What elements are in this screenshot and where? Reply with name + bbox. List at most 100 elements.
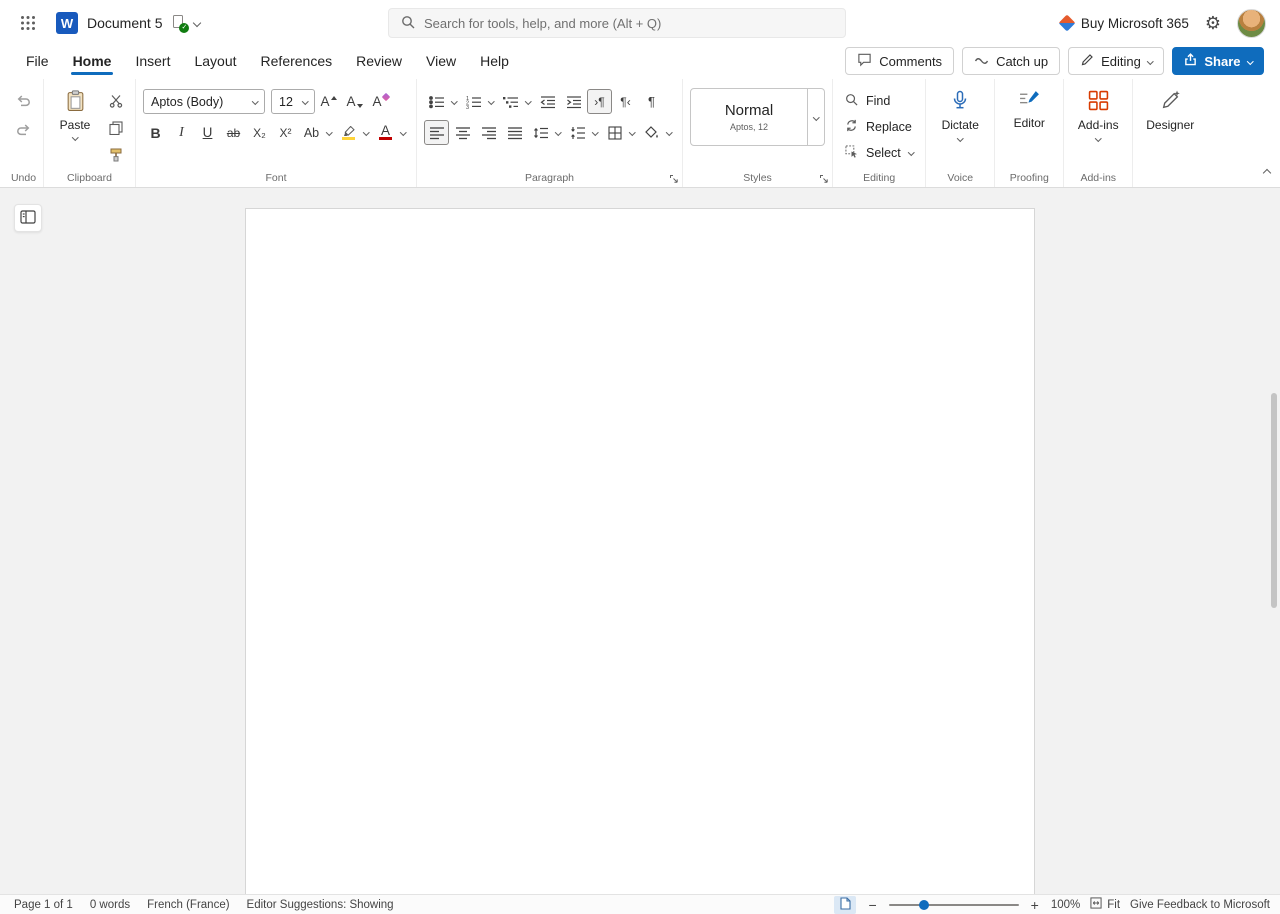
change-case-menu-button[interactable] (324, 120, 335, 145)
grow-font-button[interactable]: A (316, 89, 341, 114)
numbering-menu-button[interactable] (486, 89, 497, 114)
borders-menu-button[interactable] (627, 120, 638, 145)
align-left-button[interactable] (424, 120, 449, 145)
clipboard-group-label: Clipboard (67, 172, 112, 184)
tab-layout[interactable]: Layout (182, 47, 248, 79)
search-box[interactable] (388, 8, 846, 38)
subscript-button[interactable]: X₂ (247, 120, 272, 145)
search-input[interactable] (424, 15, 833, 31)
copy-button[interactable] (103, 115, 128, 140)
save-status-icon[interactable] (171, 14, 190, 33)
style-gallery-normal[interactable]: Normal Aptos, 12 (690, 88, 808, 146)
find-button[interactable]: Find (840, 88, 918, 113)
ribbon-group-voice: Dictate Voice (925, 79, 994, 187)
zoom-level[interactable]: 100% (1051, 899, 1080, 911)
line-spacing-menu-button[interactable] (553, 120, 564, 145)
document-title[interactable]: Document 5 (87, 15, 162, 31)
word-logo-icon[interactable] (56, 12, 78, 34)
fit-button[interactable]: Fit (1090, 897, 1120, 912)
designer-button[interactable]: Designer (1140, 88, 1200, 132)
cut-button[interactable] (103, 88, 128, 113)
highlight-color-button[interactable] (336, 120, 361, 145)
show-formatting-marks-button[interactable]: ¶ (639, 89, 664, 114)
account-avatar[interactable] (1237, 8, 1266, 38)
editor-label: Editor (1013, 116, 1045, 130)
comments-button[interactable]: Comments (845, 47, 955, 75)
tab-help[interactable]: Help (468, 47, 521, 79)
align-center-button[interactable] (450, 120, 475, 145)
font-size-dropdown[interactable]: 12 (271, 89, 315, 114)
font-color-button[interactable]: A (373, 120, 398, 145)
dictate-button[interactable]: Dictate (933, 88, 987, 142)
zoom-slider[interactable] (888, 897, 1019, 913)
page-view-button[interactable] (834, 895, 857, 914)
multilevel-list-menu-button[interactable] (523, 89, 534, 114)
numbering-button[interactable]: 123 (461, 89, 486, 114)
tab-file[interactable]: File (14, 47, 61, 79)
editing-mode-button[interactable]: Editing (1068, 47, 1165, 75)
styles-dialog-launcher[interactable] (818, 172, 829, 183)
borders-button[interactable] (602, 120, 627, 145)
tab-insert[interactable]: Insert (123, 47, 182, 79)
share-button[interactable]: Share (1172, 47, 1264, 75)
zoom-out-button[interactable]: − (866, 898, 878, 912)
zoom-slider-thumb[interactable] (918, 899, 929, 910)
tab-view[interactable]: View (414, 47, 468, 79)
strikethrough-button[interactable]: ab (221, 120, 246, 145)
catch-up-button[interactable]: Catch up (962, 47, 1061, 75)
justify-button[interactable] (502, 120, 527, 145)
select-button[interactable]: Select (840, 140, 918, 165)
zoom-in-button[interactable]: + (1029, 898, 1041, 912)
align-right-button[interactable] (476, 120, 501, 145)
shrink-font-button[interactable]: A (342, 89, 367, 114)
ltr-text-direction-button[interactable]: ›¶ (587, 89, 612, 114)
title-chevron-icon[interactable] (193, 18, 202, 28)
shading-button[interactable] (639, 120, 664, 145)
tab-review[interactable]: Review (344, 47, 414, 79)
superscript-button[interactable]: X² (273, 120, 298, 145)
bullets-button[interactable] (424, 89, 449, 114)
editor-suggestions-indicator[interactable]: Editor Suggestions: Showing (247, 899, 394, 911)
paste-button[interactable]: Paste (51, 88, 99, 141)
text-effects-button[interactable]: A (368, 89, 393, 114)
paragraph-spacing-button[interactable] (565, 120, 590, 145)
styles-gallery-more-button[interactable] (808, 88, 825, 146)
collapse-ribbon-button[interactable] (1262, 164, 1272, 179)
rtl-text-direction-button[interactable]: ¶‹ (613, 89, 638, 114)
paragraph-dialog-launcher[interactable] (668, 172, 679, 183)
line-spacing-button[interactable] (528, 120, 553, 145)
shading-menu-button[interactable] (664, 120, 675, 145)
redo-button[interactable] (11, 117, 36, 142)
format-painter-button[interactable] (103, 142, 128, 167)
editor-button[interactable]: Editor (1002, 88, 1056, 130)
bullets-menu-button[interactable] (449, 89, 460, 114)
undo-button[interactable] (11, 88, 36, 113)
feedback-link[interactable]: Give Feedback to Microsoft (1130, 899, 1270, 911)
multilevel-list-button[interactable] (498, 89, 523, 114)
decrease-indent-button[interactable] (535, 89, 560, 114)
change-case-button[interactable]: Ab (299, 120, 324, 145)
font-color-menu-button[interactable] (398, 120, 409, 145)
language-indicator[interactable]: French (France) (147, 899, 229, 911)
word-count[interactable]: 0 words (90, 899, 130, 911)
tab-references[interactable]: References (249, 47, 345, 79)
word-web-app: Document 5 Buy Microsoft 365 ⚙ File (0, 0, 1280, 914)
replace-button[interactable]: Replace (840, 114, 918, 139)
tab-home[interactable]: Home (61, 47, 124, 79)
font-name-dropdown[interactable]: Aptos (Body) (143, 89, 265, 114)
add-ins-button[interactable]: Add-ins (1071, 88, 1125, 142)
highlight-color-menu-button[interactable] (361, 120, 372, 145)
bold-button[interactable]: B (143, 120, 168, 145)
document-page[interactable] (245, 208, 1035, 894)
underline-button[interactable]: U (195, 120, 220, 145)
vertical-scrollbar[interactable] (1271, 393, 1277, 608)
settings-button[interactable]: ⚙ (1205, 13, 1221, 34)
navigation-pane-toggle[interactable] (14, 204, 42, 232)
status-bar-right: − + 100% Fit Give Feedback to Microsoft (834, 895, 1270, 914)
app-launcher-button[interactable] (12, 7, 44, 39)
italic-button[interactable]: I (169, 120, 194, 145)
paragraph-spacing-menu-button[interactable] (590, 120, 601, 145)
page-indicator[interactable]: Page 1 of 1 (14, 899, 73, 911)
increase-indent-button[interactable] (561, 89, 586, 114)
buy-microsoft-365-button[interactable]: Buy Microsoft 365 (1058, 14, 1189, 32)
